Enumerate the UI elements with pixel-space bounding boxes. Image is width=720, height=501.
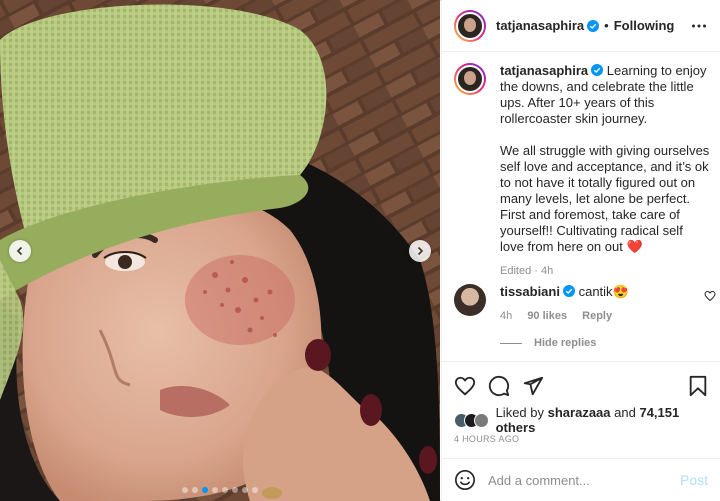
carousel-dot: [192, 487, 198, 493]
author-avatar[interactable]: [454, 9, 486, 42]
caption-meta: Edited · 4h: [500, 265, 554, 277]
commenter-avatar[interactable]: [454, 284, 486, 316]
author-username[interactable]: tatjanasaphira: [496, 18, 584, 33]
hide-replies-label: Hide replies: [534, 337, 597, 349]
liker-avatar: [473, 412, 489, 428]
red-heart-emoji: ❤️: [626, 239, 643, 254]
verified-badge-icon: [591, 64, 604, 76]
post-comment-button[interactable]: Post: [680, 472, 708, 488]
carousel-dot: [232, 487, 238, 493]
comment-item: tissabiani cantik😍 4h 90 likes Reply: [454, 284, 716, 322]
verified-badge-icon: [562, 285, 575, 297]
save-bookmark-icon[interactable]: [688, 375, 708, 397]
post-image: [0, 0, 440, 501]
caption-author-avatar[interactable]: [454, 63, 486, 95]
carousel-dots: [0, 487, 440, 493]
post-timestamp: 4 HOURS AGO: [454, 434, 520, 444]
carousel-dot: [182, 487, 188, 493]
likes-conj: and: [614, 405, 636, 420]
chevron-right-icon: [417, 246, 424, 256]
like-heart-icon[interactable]: [454, 375, 476, 397]
carousel-dot: [252, 487, 258, 493]
comment-reply-button[interactable]: Reply: [582, 310, 612, 322]
action-bar: [442, 361, 720, 407]
commenter-username[interactable]: tissabiani: [500, 284, 560, 299]
comment-likes[interactable]: 90 likes: [527, 310, 567, 322]
comment-input[interactable]: [488, 472, 663, 488]
post-caption: tatjanasaphira Learning to enjoy the dow…: [454, 63, 716, 277]
add-comment-bar: Post: [442, 458, 720, 501]
post-photo[interactable]: [0, 0, 440, 501]
hide-replies-button[interactable]: Hide replies: [500, 337, 596, 349]
comment-bubble-icon[interactable]: [488, 375, 510, 397]
emoji-icon[interactable]: [454, 469, 476, 491]
carousel-dot: [222, 487, 228, 493]
carousel-dot: [242, 487, 248, 493]
carousel-prev-button[interactable]: [9, 240, 31, 262]
chevron-left-icon: [16, 246, 23, 256]
comment-like-heart-icon[interactable]: [704, 290, 716, 302]
post-sidebar: tatjanasaphira • Following tatjanasaphir…: [441, 0, 720, 501]
verified-badge-icon: [587, 19, 600, 32]
caption-text-2: We all struggle with giving ourselves se…: [500, 143, 710, 254]
caption-author-username[interactable]: tatjanasaphira: [500, 63, 588, 78]
header-separator: •: [604, 18, 609, 33]
more-options-icon[interactable]: [691, 18, 707, 34]
share-paper-plane-icon[interactable]: [522, 375, 544, 397]
following-button[interactable]: Following: [614, 18, 675, 33]
carousel-dot: [212, 487, 218, 493]
heart-eyes-emoji: 😍: [612, 284, 629, 299]
liked-by-user[interactable]: sharazaaa: [548, 405, 611, 420]
comments-section: tatjanasaphira Learning to enjoy the dow…: [442, 53, 720, 361]
likes-summary: Liked by sharazaaa and 74,151 others: [454, 405, 720, 435]
carousel-next-button[interactable]: [409, 240, 431, 262]
comment-text: cantik: [578, 284, 613, 299]
likes-prefix: Liked by: [495, 405, 544, 420]
comment-time: 4h: [500, 310, 513, 322]
post-header: tatjanasaphira • Following: [442, 0, 720, 52]
carousel-dot: [202, 487, 208, 493]
